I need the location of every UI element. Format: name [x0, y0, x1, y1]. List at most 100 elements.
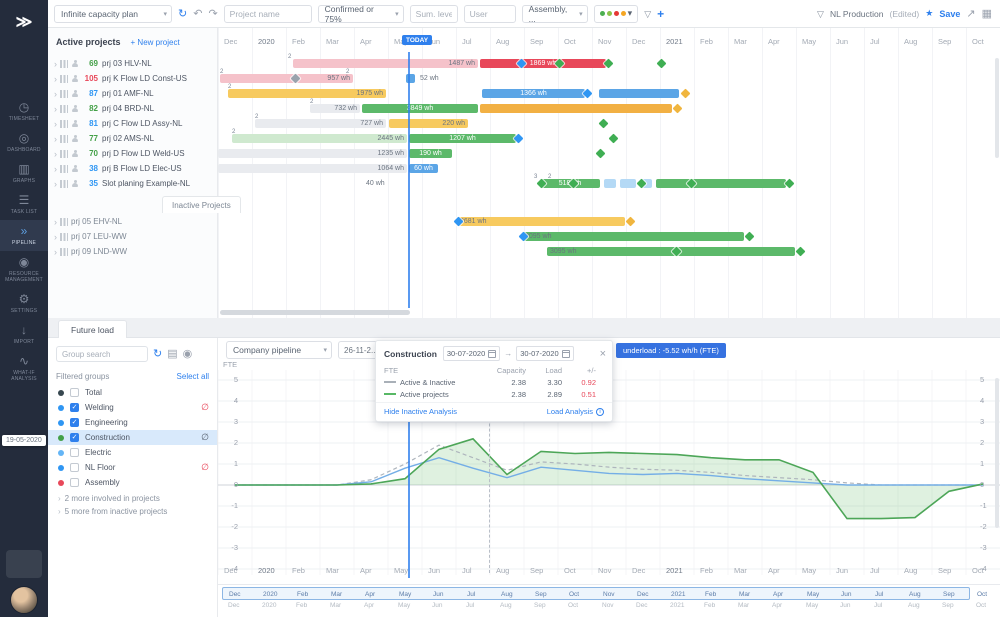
milestone-diamond[interactable] [599, 119, 609, 129]
project-row[interactable]: ›82prj 04 BRD-NL [48, 101, 217, 116]
gantt-bar[interactable]: 1207 wh [409, 134, 516, 143]
person-icon[interactable]: ◉ [183, 345, 193, 363]
undo-icon[interactable]: ↶ [193, 5, 202, 23]
user-filter[interactable] [464, 5, 516, 23]
inactive-projects-tab[interactable]: Inactive Projects [162, 196, 241, 213]
sidebar-item-timesheet[interactable]: ◷TIMESHEET [0, 96, 48, 127]
sidebar-item-task-list[interactable]: ☰TASK LIST [0, 189, 48, 220]
gantt-bar[interactable] [480, 104, 672, 113]
group-checkbox[interactable] [70, 463, 79, 472]
group-checkbox[interactable]: ✓ [70, 403, 79, 412]
project-row[interactable]: ›87prj 01 AMF-NL [48, 86, 217, 101]
group-checkbox[interactable]: ✓ [70, 433, 79, 442]
gantt-bar[interactable]: 1975 wh [228, 89, 386, 98]
group-row-nl-floor[interactable]: NL Floor∅ [48, 460, 217, 475]
eye-off-icon[interactable]: ∅ [201, 462, 209, 473]
gantt-bar[interactable]: 2681 wh [457, 217, 625, 226]
chevron-right-icon[interactable]: › [54, 164, 57, 174]
chevron-right-icon[interactable]: › [54, 232, 57, 242]
groups-filter[interactable]: Assembly, ... ▾ [522, 5, 588, 23]
more-groups-link[interactable]: ›5 more from inactive projects [48, 503, 217, 516]
project-row[interactable]: ›77prj 02 AMS-NL [48, 131, 217, 146]
project-row[interactable]: ›prj 05 EHV-NL [48, 214, 217, 229]
group-row-construction[interactable]: ✓Construction∅ [48, 430, 217, 445]
user-avatar[interactable] [10, 586, 38, 614]
gantt-bar[interactable]: 727 wh [255, 119, 386, 128]
add-filter-icon[interactable]: + [657, 5, 664, 23]
chevron-right-icon[interactable]: › [54, 89, 57, 99]
status-dots[interactable]: ▾ [594, 5, 639, 23]
scrollbar-thumb[interactable] [220, 310, 410, 315]
project-row[interactable]: ›prj 07 LEU-WW [48, 229, 217, 244]
project-row[interactable]: ›prj 09 LND-WW [48, 244, 217, 259]
chevron-right-icon[interactable]: › [54, 134, 57, 144]
minimap-selection[interactable]: Dec2020FebMarAprMayJunJulAugSepOctNovDec… [222, 587, 970, 600]
milestone-diamond[interactable] [657, 59, 667, 69]
gantt-bar[interactable] [620, 179, 636, 188]
chevron-right-icon[interactable]: › [54, 119, 57, 129]
gantt-bar[interactable] [599, 89, 679, 98]
project-row[interactable]: ›35Slot planing Example-NL [48, 176, 217, 191]
app-logo[interactable]: ≫ [0, 0, 48, 44]
sidebar-item-import[interactable]: ↓IMPORT [0, 319, 48, 350]
close-icon[interactable]: × [600, 348, 606, 360]
horizontal-scrollbar[interactable] [218, 310, 1000, 315]
chart-vertical-scrollbar[interactable] [995, 378, 999, 528]
milestone-diamond[interactable] [673, 104, 683, 114]
chevron-right-icon[interactable]: › [54, 59, 57, 69]
project-row[interactable]: ›105prj K Flow LD Const-US [48, 71, 217, 86]
gantt-bar[interactable]: 60 wh [409, 164, 438, 173]
bookmark-icon[interactable]: ★ [925, 8, 933, 19]
gantt-bar[interactable] [604, 179, 616, 188]
eye-off-icon[interactable]: ∅ [201, 402, 209, 413]
tab-future-load[interactable]: Future load [58, 320, 127, 338]
group-checkbox[interactable]: ✓ [70, 418, 79, 427]
milestone-diamond[interactable] [681, 89, 691, 99]
chevron-right-icon[interactable]: › [54, 247, 57, 257]
refresh-icon[interactable]: ↻ [178, 5, 187, 23]
load-analysis-link[interactable]: Load Analysis i [547, 407, 604, 416]
group-row-welding[interactable]: ✓Welding∅ [48, 400, 217, 415]
project-row[interactable]: ›69prj 03 HLV-NL [48, 56, 217, 71]
milestone-diamond[interactable] [609, 134, 619, 144]
gantt-bar[interactable]: 1869 wh [480, 59, 606, 68]
select-all-link[interactable]: Select all [177, 372, 209, 381]
sidebar-item-settings[interactable]: ⚙SETTINGS [0, 288, 48, 319]
view-filter-icon[interactable]: ▽ [817, 5, 824, 23]
gantt-bar[interactable] [656, 179, 786, 188]
gantt-bar[interactable]: 957 wh [220, 74, 353, 83]
gantt-bar[interactable]: 1064 wh [218, 164, 407, 173]
list-icon[interactable]: ▤ [167, 345, 177, 363]
pipeline-select[interactable]: Company pipeline ▾ [226, 341, 332, 359]
project-row[interactable]: ›81prj C Flow LD Assy-NL [48, 116, 217, 131]
gantt-bar[interactable]: 1366 wh [482, 89, 585, 98]
sidebar-item-graphs[interactable]: ▥GRAPHS [0, 158, 48, 189]
milestone-diamond[interactable] [596, 149, 606, 159]
chevron-right-icon[interactable]: › [54, 74, 57, 84]
group-checkbox[interactable] [70, 478, 79, 487]
project-name-filter[interactable] [224, 5, 312, 23]
sidebar-item-what-if-analysis[interactable]: ∿WHAT-IF ANALYSIS [0, 350, 48, 387]
filter-icon[interactable]: ▽ [644, 5, 651, 23]
gantt-bar[interactable]: 190 wh [409, 149, 452, 158]
gantt-bar[interactable]: 1487 wh [293, 59, 478, 68]
group-row-total[interactable]: Total [48, 385, 217, 400]
gantt-vertical-scrollbar[interactable] [995, 58, 999, 158]
group-row-engineering[interactable]: ✓Engineering [48, 415, 217, 430]
sum-level-filter[interactable] [410, 5, 458, 23]
chevron-right-icon[interactable]: › [54, 217, 57, 227]
group-checkbox[interactable] [70, 448, 79, 457]
date-to-input[interactable]: 30-07-2020 [516, 346, 573, 361]
milestone-diamond[interactable] [785, 179, 795, 189]
project-row[interactable]: ›70prj D Flow LD Weld-US [48, 146, 217, 161]
chevron-right-icon[interactable]: › [54, 104, 57, 114]
milestone-diamond[interactable] [626, 217, 636, 227]
more-groups-link[interactable]: ›2 more involved in projects [48, 490, 217, 503]
columns-icon[interactable]: ▦ [982, 5, 992, 23]
eye-off-icon[interactable]: ∅ [201, 432, 209, 443]
gantt-bar[interactable]: 3095 wh [522, 232, 744, 241]
share-icon[interactable]: ↗ [966, 5, 975, 23]
sidebar-item-resource-management[interactable]: ◉RESOURCE MANAGEMENT [0, 251, 48, 288]
sidebar-item-dashboard[interactable]: ◎DASHBOARD [0, 127, 48, 158]
gantt-bar[interactable]: 732 wh [310, 104, 360, 113]
